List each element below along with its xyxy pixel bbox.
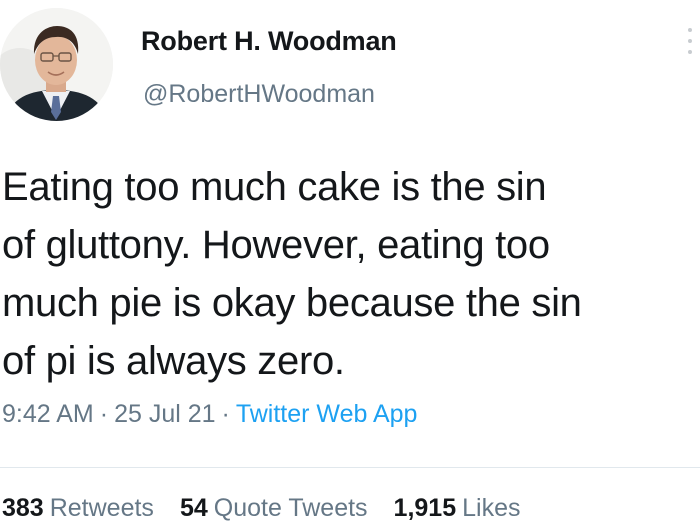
avatar-photo <box>0 8 113 121</box>
separator: · <box>99 400 109 428</box>
likes-stat[interactable]: 1,915 Likes <box>394 494 521 522</box>
retweets-stat[interactable]: 383 Retweets <box>2 494 154 522</box>
tweet-source-link[interactable]: Twitter Web App <box>236 400 418 428</box>
divider <box>0 467 700 468</box>
tweet-text: Eating too much cake is the sin of glutt… <box>2 158 698 390</box>
tweet-meta: 9:42 AM · 25 Jul 21 · Twitter Web App <box>2 400 417 429</box>
tweet-text-line: of gluttony. However, eating too <box>2 223 550 267</box>
retweets-label: Retweets <box>49 494 154 522</box>
tweet-stats: 383 Retweets 54 Quote Tweets 1,915 Likes <box>2 494 546 523</box>
tweet-text-line: much pie is okay because the sin <box>2 281 582 325</box>
retweets-count: 383 <box>2 494 44 522</box>
author-display-name[interactable]: Robert H. Woodman <box>141 26 397 57</box>
likes-label: Likes <box>462 494 521 522</box>
quote-tweets-stat[interactable]: 54 Quote Tweets <box>180 494 368 522</box>
likes-count: 1,915 <box>393 494 457 522</box>
quote-tweets-label: Quote Tweets <box>213 494 368 522</box>
tweet-text-line: of pi is always zero. <box>2 339 345 383</box>
tweet-date[interactable]: 25 Jul 21 <box>114 400 215 428</box>
separator: · <box>221 400 230 428</box>
quote-tweets-count: 54 <box>179 494 208 522</box>
avatar[interactable] <box>0 8 113 121</box>
tweet-time[interactable]: 9:42 AM <box>2 400 94 428</box>
tweet-text-line: Eating too much cake is the sin <box>2 165 547 209</box>
author-handle[interactable]: @RobertHWoodman <box>143 80 375 109</box>
more-options-icon[interactable] <box>686 28 694 54</box>
